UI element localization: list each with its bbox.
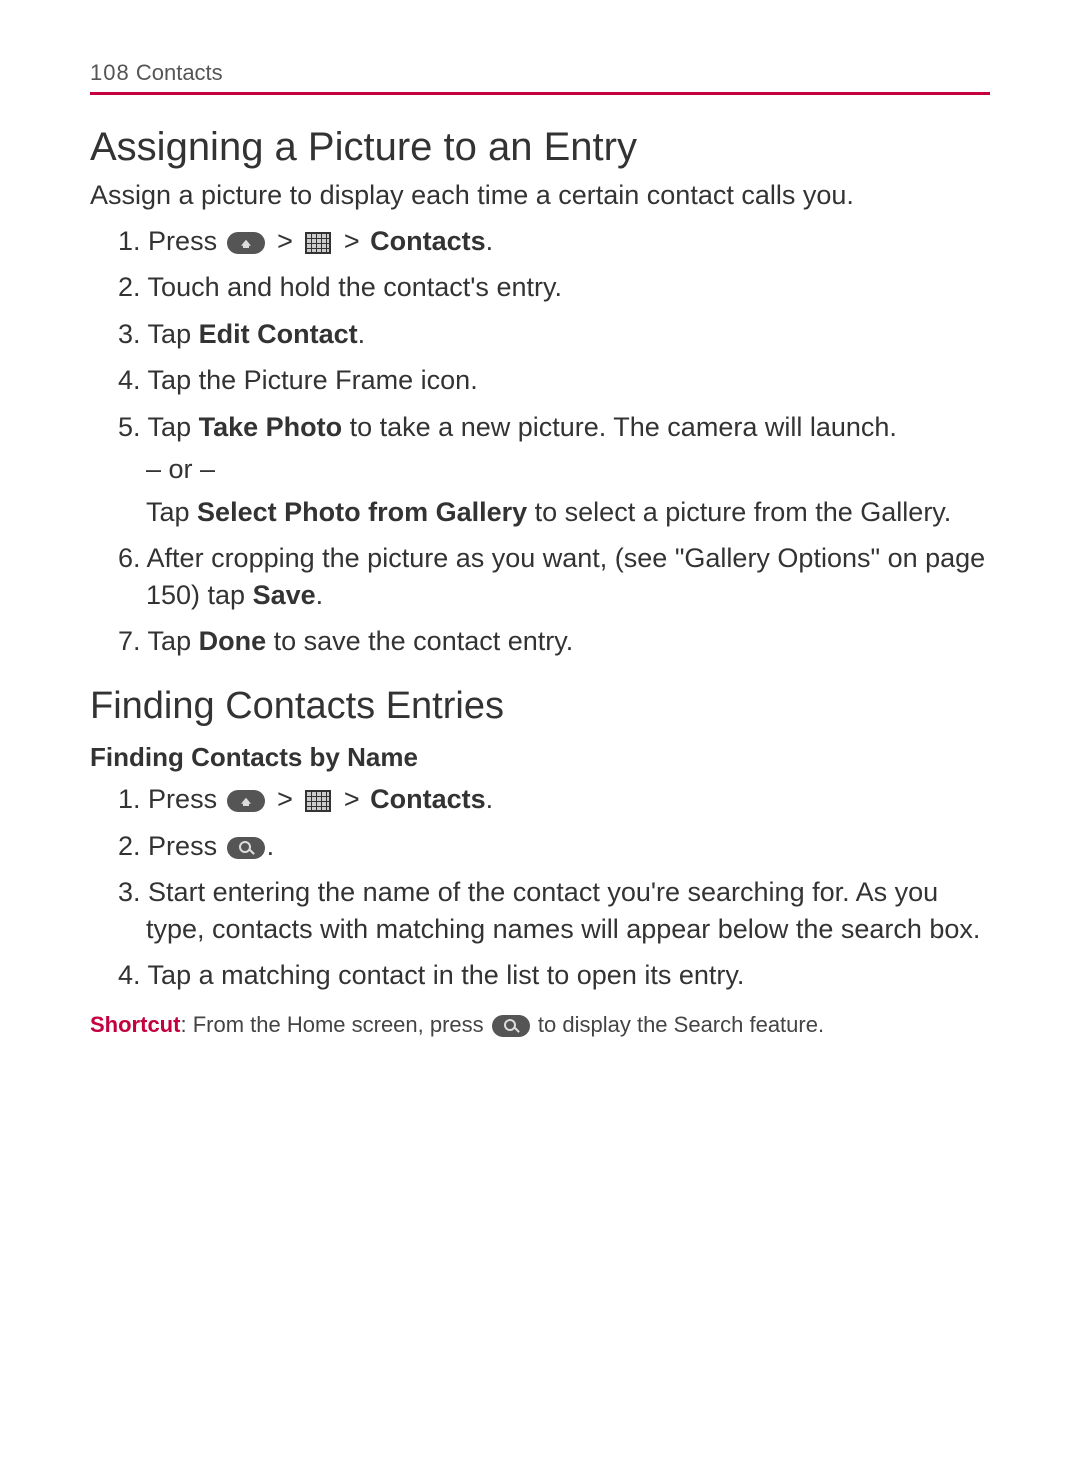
step-number: 1. [118, 784, 141, 814]
step-2: 2. Touch and hold the contact's entry. [118, 269, 990, 305]
step-number: 2. [118, 272, 141, 302]
step-number: 3. [118, 319, 141, 349]
step-3: 3. Start entering the name of the contac… [118, 874, 990, 947]
apps-grid-icon [305, 232, 331, 254]
step-text: . [316, 580, 324, 610]
step-bold: Select Photo from Gallery [197, 497, 527, 527]
step-6: 6. After cropping the picture as you wan… [118, 540, 990, 613]
page-number: 108 [90, 60, 130, 85]
step-bold: Contacts [370, 784, 486, 814]
step-4: 4. Tap a matching contact in the list to… [118, 957, 990, 993]
step-text: Press [148, 226, 225, 256]
search-button-icon [492, 1015, 530, 1037]
step-text: Tap [148, 412, 199, 442]
step-text: to save the contact entry. [266, 626, 573, 656]
step-text: Tap [148, 626, 199, 656]
step-number: 1. [118, 226, 141, 256]
shortcut-label: Shortcut [90, 1012, 180, 1037]
step-number: 7. [118, 626, 141, 656]
step-text: Press [148, 831, 225, 861]
apps-grid-icon [305, 790, 331, 812]
home-button-icon [227, 232, 265, 254]
steps-assigning-picture: 1. Press > > Contacts. 2. Touch and hold… [90, 223, 990, 659]
step-bold: Contacts [370, 226, 486, 256]
step-7: 7. Tap Done to save the contact entry. [118, 623, 990, 659]
chevron-right-icon: > [336, 226, 367, 256]
step-3: 3. Tap Edit Contact. [118, 316, 990, 352]
step-text: to take a new picture. The camera will l… [342, 412, 897, 442]
step-1: 1. Press > > Contacts. [118, 223, 990, 259]
step-2: 2. Press . [118, 828, 990, 864]
step-bold: Edit Contact [199, 319, 358, 349]
shortcut-text: to display the Search feature. [532, 1012, 824, 1037]
step-text: Tap a matching contact in the list to op… [148, 960, 745, 990]
steps-finding-contacts: 1. Press > > Contacts. 2. Press . 3. Sta… [90, 781, 990, 993]
step-text: . [267, 831, 275, 861]
step-bold: Done [199, 626, 267, 656]
step-text: Tap [146, 497, 197, 527]
step-text: . [358, 319, 366, 349]
step-1: 1. Press > > Contacts. [118, 781, 990, 817]
shortcut-sep: : [180, 1012, 192, 1037]
shortcut-text: From the Home screen, press [193, 1012, 490, 1037]
heading-assigning-picture: Assigning a Picture to an Entry [90, 125, 990, 170]
intro-text: Assign a picture to display each time a … [90, 180, 990, 211]
step-5: 5. Tap Take Photo to take a new picture.… [118, 409, 990, 530]
step-text: to select a picture from the Gallery. [527, 497, 951, 527]
search-button-icon [227, 837, 265, 859]
home-button-icon [227, 790, 265, 812]
subheading-finding-by-name: Finding Contacts by Name [90, 742, 990, 773]
step-text: . [486, 226, 494, 256]
step-text: Start entering the name of the contact y… [146, 877, 980, 943]
step-text: Touch and hold the contact's entry. [148, 272, 562, 302]
step-number: 3. [118, 877, 141, 907]
chevron-right-icon: > [336, 784, 367, 814]
step-number: 4. [118, 960, 141, 990]
step-bold: Take Photo [199, 412, 343, 442]
step-text: Press [148, 784, 225, 814]
chevron-right-icon: > [270, 226, 301, 256]
chevron-right-icon: > [270, 784, 301, 814]
section-title: Contacts [136, 60, 223, 85]
shortcut-note: Shortcut: From the Home screen, press to… [90, 1012, 990, 1038]
step-alt: Tap Select Photo from Gallery to select … [146, 494, 990, 530]
heading-finding-contacts: Finding Contacts Entries [90, 685, 990, 728]
step-number: 5. [118, 412, 141, 442]
or-separator: – or – [146, 451, 990, 487]
step-bold: Save [253, 580, 316, 610]
step-number: 2. [118, 831, 141, 861]
step-number: 4. [118, 365, 141, 395]
step-number: 6. [118, 543, 141, 573]
manual-page: 108 Contacts Assigning a Picture to an E… [0, 0, 1080, 1038]
step-text: Tap [148, 319, 199, 349]
step-text: Tap the Picture Frame icon. [148, 365, 478, 395]
step-4: 4. Tap the Picture Frame icon. [118, 362, 990, 398]
step-text: . [486, 784, 494, 814]
page-header: 108 Contacts [90, 60, 990, 95]
